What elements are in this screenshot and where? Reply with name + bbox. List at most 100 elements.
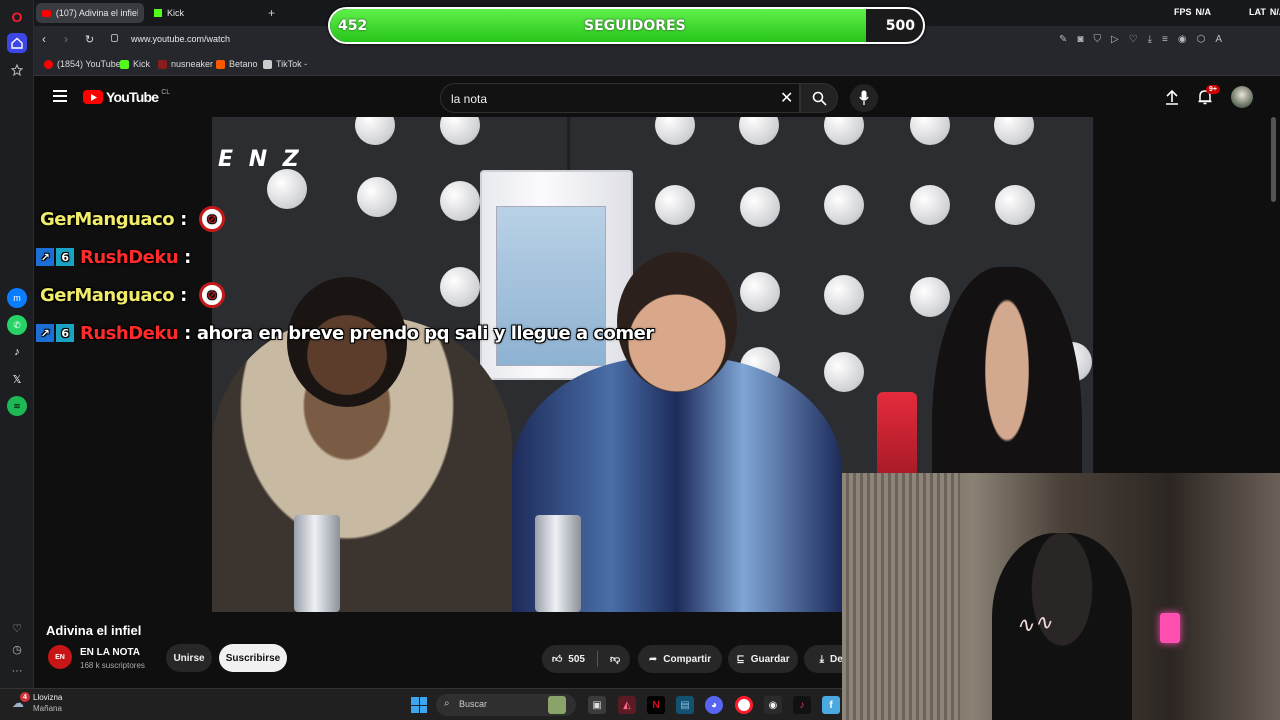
new-tab-button[interactable]: + [262,3,281,23]
badge-icon: ↗ [36,248,54,266]
bookmark-nusneaker[interactable]: nusneaker [158,59,213,69]
bookmark-betano[interactable]: Betano [216,59,258,69]
like-dislike-group: 👍︎ 505 👎︎ [542,645,630,673]
whatsapp-icon[interactable]: ✆ [7,315,27,335]
home-icon[interactable] [7,33,27,53]
document-icon [263,59,272,69]
subscribe-button[interactable]: Suscribirse [219,644,287,672]
chat-username: GerManguaco [40,208,175,230]
thumbs-down-icon[interactable]: 👎︎ [610,653,620,665]
avatar[interactable] [1231,86,1253,108]
tiktok-icon[interactable]: ♪ [7,342,27,362]
kick-favicon-icon [154,9,162,17]
share-button[interactable]: ➦ Compartir [638,645,722,673]
notification-badge: 9+ [1206,85,1220,94]
lat-label: LAT [1249,7,1266,17]
app-icon[interactable]: ▤ [676,696,694,714]
forward-icon[interactable]: › [64,32,68,46]
tab-kick[interactable]: Kick [148,3,258,23]
messenger-icon[interactable]: m [7,288,27,308]
clear-search-icon[interactable]: ✕ [780,88,793,108]
x-twitter-icon[interactable]: 𝕏 [7,369,27,389]
tab-youtube[interactable]: (107) Adivina el infiel [36,3,144,23]
voice-search-button[interactable] [850,84,878,112]
can [535,515,581,612]
page-scrollbar[interactable] [1271,117,1276,202]
heart-icon[interactable]: ♡ [7,618,27,638]
chat-line: ↗ 6 RushDeku : ahora en breve prendo pq … [36,318,654,348]
search-highlight-icon[interactable] [548,696,566,714]
heart-icon[interactable]: ♡ [1129,34,1138,45]
chat-separator: : [184,246,191,268]
app-icon[interactable]: ◭ [618,696,636,714]
obs-icon[interactable]: ◉ [764,696,782,714]
chat-message: ahora en breve prendo pq sali y llegue a… [196,322,654,344]
bookmark-label: nusneaker [171,59,214,69]
save-button[interactable]: ⊑ Guardar [728,645,798,673]
share-icon: ➦ [648,653,658,665]
follower-goal-label: SEGUIDORES [584,18,686,34]
edit-icon[interactable]: ✎ [1059,34,1067,45]
fridge [480,170,633,380]
follower-goal-target: 500 [885,18,915,34]
chat-separator: : [180,208,187,230]
channel-name[interactable]: EN LA NOTA [80,647,140,658]
join-button[interactable]: Unirse [166,644,212,672]
search-input[interactable]: la nota [440,83,800,113]
bookmark-youtube[interactable]: (1854) YouTube [44,59,121,69]
save-label: Guardar [750,653,790,665]
opera-icon[interactable] [735,696,753,714]
windows-start-icon[interactable] [411,697,427,713]
play-icon[interactable]: ▷ [1111,34,1119,45]
upload-icon[interactable] [1165,89,1179,105]
hamburger-menu-icon[interactable] [53,90,67,102]
microphone-icon [859,90,869,105]
download-icon[interactable]: ⤓ [1148,34,1152,45]
back-icon[interactable]: ‹ [42,32,46,46]
tiktok-icon[interactable]: ♪ [793,696,811,714]
star-icon[interactable] [7,60,27,80]
fps-value: N/A [1195,7,1212,17]
streamer-webcam: ∿∿ [842,473,1280,720]
search-icon: ⌕ [444,698,450,709]
browser-sidebar: O m ✆ ♪ 𝕏 ≋ ♡ ◷ ··· [0,0,34,688]
history-icon[interactable]: ◷ [7,639,27,659]
reload-icon[interactable]: ↻ [85,33,94,46]
video-title: Adivina el infiel [46,623,142,638]
windows-taskbar: ☁ 4 Llovizna Mañana ⌕ Buscar ▣ ◭ N ▤ ◕ ◉… [0,688,842,720]
betano-icon [216,59,225,69]
menu-icon[interactable]: ≡ [1162,34,1168,45]
lock-icon [111,34,118,42]
follower-goal-bar: 452 SEGUIDORES 500 [328,7,925,44]
task-view-icon[interactable]: ▣ [588,696,606,714]
youtube-icon [44,59,53,69]
chat-separator: : [180,284,187,306]
app-icon[interactable]: f [822,696,840,714]
camera-icon[interactable]: ◙ [1077,34,1083,45]
bookmark-kick[interactable]: Kick [120,59,150,69]
like-count[interactable]: 505 [568,654,585,665]
spotify-icon[interactable]: ≋ [7,396,27,416]
address-bar[interactable]: www.youtube.com/watch [131,34,230,44]
more-icon[interactable]: ··· [7,661,27,681]
badge-icon: ↗ [36,324,54,342]
opera-logo-icon[interactable]: O [7,7,27,27]
nusneaker-icon [158,59,167,69]
youtube-favicon-icon [42,9,51,17]
profile-icon[interactable]: ◉ [1178,34,1187,45]
discord-icon[interactable]: ◕ [705,696,723,714]
thumbs-up-icon[interactable]: 👍︎ [552,653,562,665]
shield-icon[interactable]: ⛉ [1093,34,1101,45]
extensions-icon[interactable]: ⬡ [1197,34,1206,45]
tab-label: (107) Adivina el infiel [55,8,138,18]
youtube-logo[interactable]: YouTube CL [83,89,170,105]
netflix-icon[interactable]: N [647,696,665,714]
search-button[interactable] [800,83,838,113]
ai-icon[interactable]: A [1215,34,1222,45]
chat-username: RushDeku [80,322,179,344]
bookmark-label: Kick [133,59,151,69]
bookmark-tiktok[interactable]: TikTok - [263,59,307,69]
channel-avatar[interactable]: EN [48,645,72,669]
region-code: CL [161,88,171,96]
channel-watermark: E N Z [218,147,303,172]
